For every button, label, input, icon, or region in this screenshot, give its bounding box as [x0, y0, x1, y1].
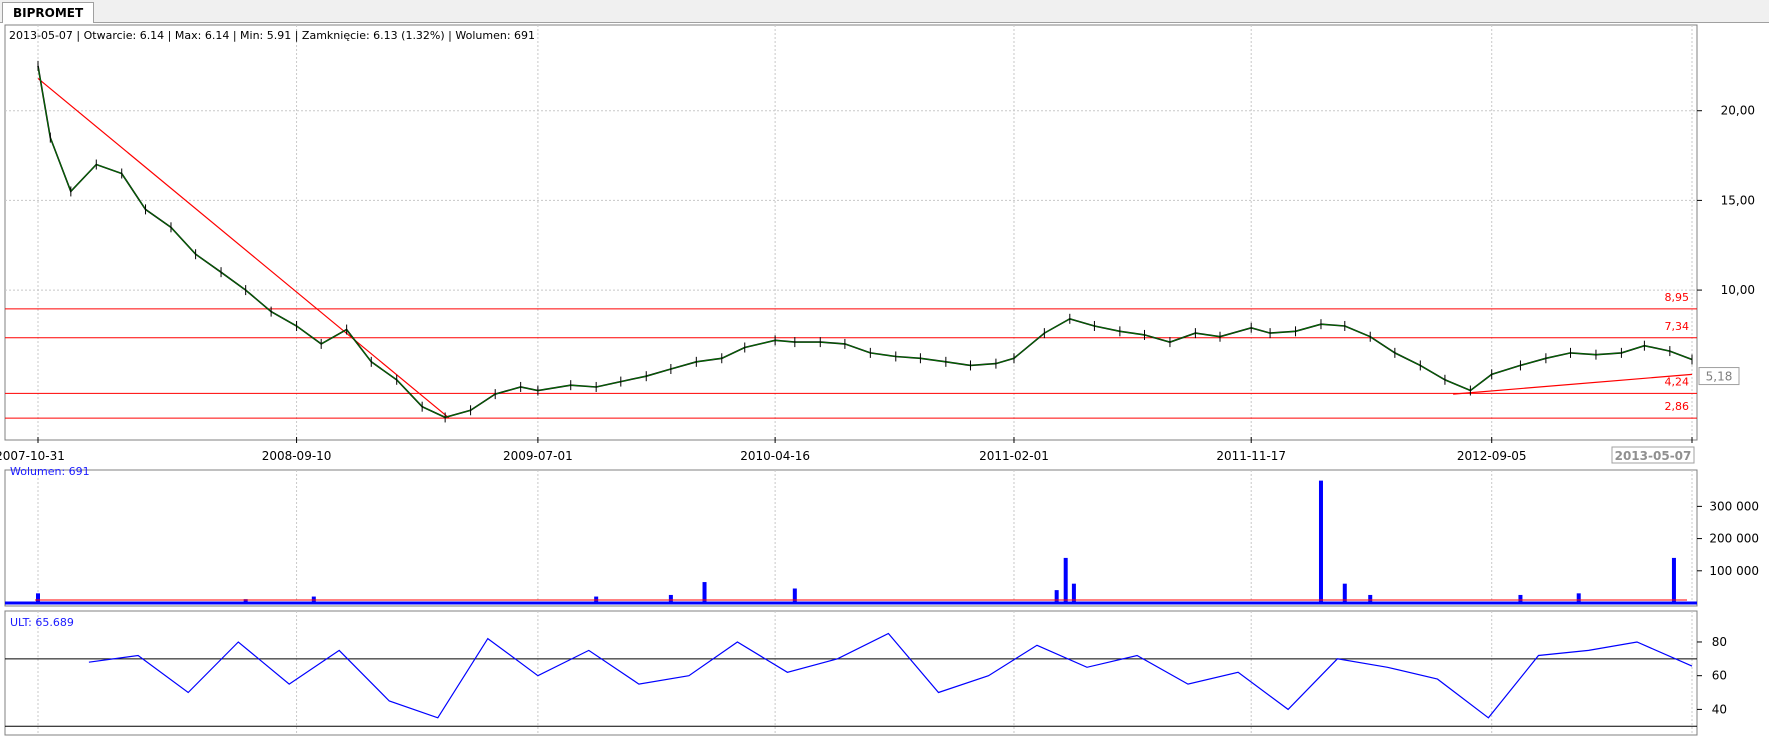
x-axis-tick-label: 2010-04-16 [740, 449, 810, 463]
ult-label: ULT: 65.689 [10, 616, 74, 629]
ult-y-tick-label: 40 [1712, 702, 1727, 716]
ult-pane-frame [4, 610, 1698, 736]
x-axis-tick-label: 2011-02-01 [979, 449, 1049, 463]
volume-bar [1671, 557, 1676, 603]
volume-y-tick-label: 100 000 [1709, 564, 1759, 578]
volume-bar [1518, 594, 1523, 603]
volume-bar [1690, 602, 1694, 604]
x-axis-tick-label: 2007-10-31 [0, 449, 65, 463]
pane-frames [4, 24, 1698, 736]
current-price-label: 5,18 [1706, 370, 1733, 384]
horizontal-level-label: 4,24 [1665, 375, 1690, 388]
volume-bar [668, 594, 673, 603]
price-y-tick-label: 20,00 [1721, 104, 1755, 118]
volume-pane-frame [4, 469, 1698, 607]
horizontal-level-label: 2,86 [1665, 400, 1690, 413]
horizontal-level-label: 8,95 [1665, 291, 1690, 304]
ohlc-info-line: 2013-05-07 | Otwarcie: 6.14 | Max: 6.14 … [9, 29, 536, 42]
volume-bar [1576, 593, 1581, 603]
price-pane-frame [4, 24, 1698, 441]
price-y-tick-label: 15,00 [1721, 193, 1755, 207]
x-axis-tick-label: 2011-11-17 [1216, 449, 1286, 463]
x-axis-tick-label: 2012-09-05 [1457, 449, 1527, 463]
volume-y-tick-label: 200 000 [1709, 532, 1759, 546]
volume-bar [1318, 480, 1323, 603]
price-y-tick-label: 10,00 [1721, 283, 1755, 297]
chart-svg[interactable]: 8,95 7,34 4,24 2,86 20,00 15,00 10,00 5,18 2007… [0, 0, 1769, 738]
volume-bar [1368, 594, 1373, 603]
volume-y-tick-label: 300 000 [1709, 499, 1759, 513]
volume-label: Wolumen: 691 [10, 465, 90, 478]
volume-bar [36, 593, 40, 603]
volume-bar [1063, 557, 1068, 603]
x-axis-tick-label: 2009-07-01 [503, 449, 573, 463]
volume-bar [1054, 590, 1059, 603]
x-axis-tick-label: 2008-09-10 [262, 449, 332, 463]
horizontal-level-label: 7,34 [1665, 320, 1690, 333]
x-axis-tick-label: 2013-05-07 [1615, 449, 1692, 463]
ult-y-tick-label: 60 [1712, 669, 1727, 683]
ult-y-tick-label: 80 [1712, 635, 1727, 649]
volume-bar [792, 588, 797, 603]
